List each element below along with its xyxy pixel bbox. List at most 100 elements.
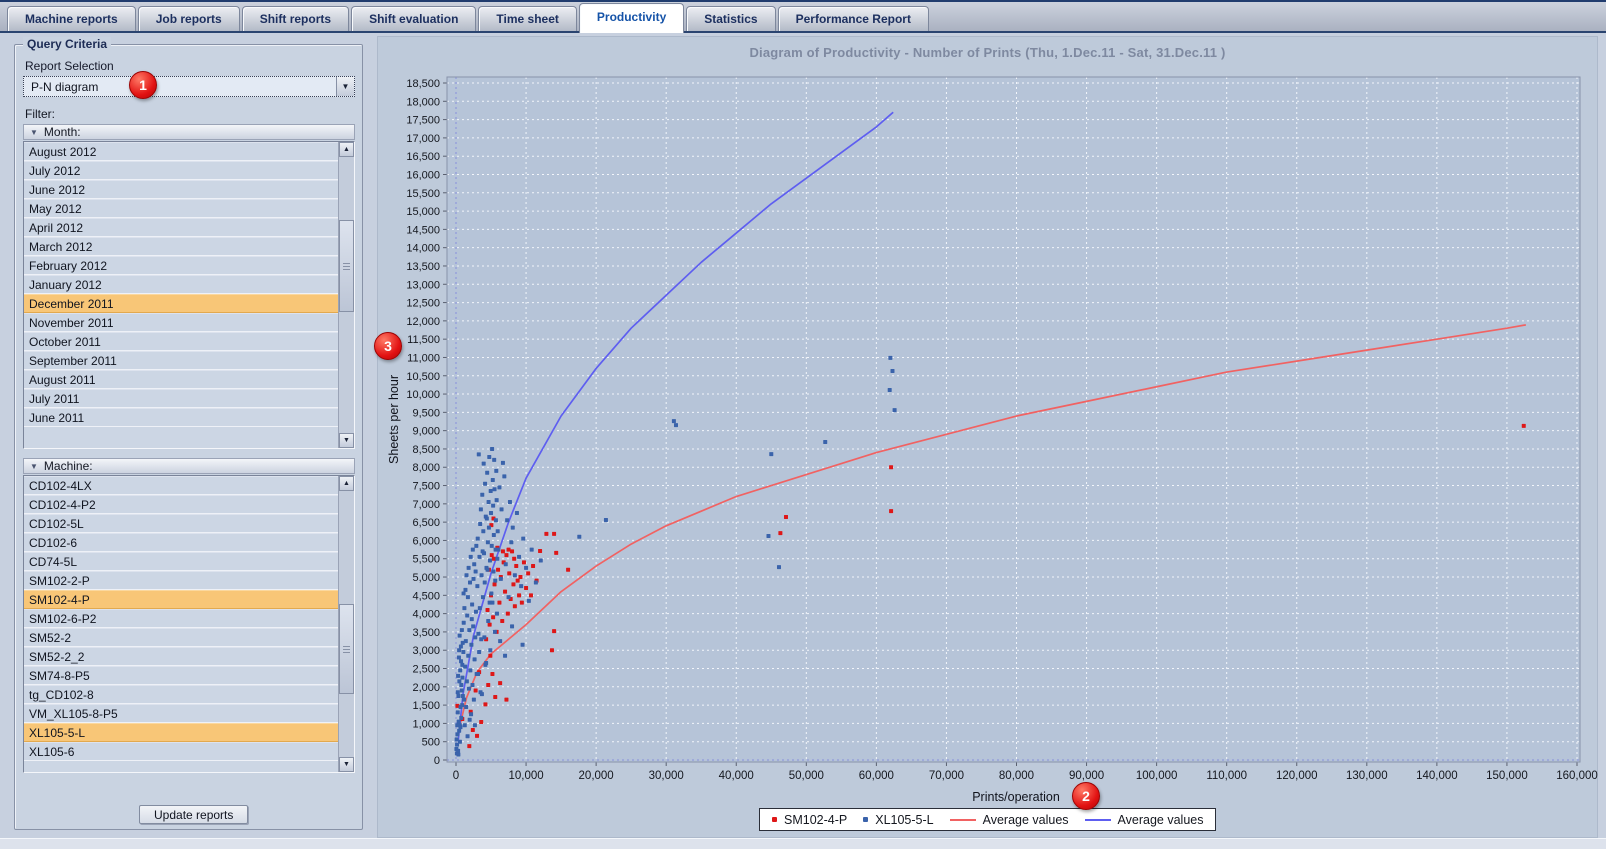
legend-label: Average values — [1117, 812, 1204, 827]
legend-line-marker — [949, 818, 976, 821]
machine-item[interactable]: SM52-2_2 — [24, 647, 338, 666]
legend-item: XL105-5-L — [863, 813, 934, 827]
svg-text:4,000: 4,000 — [412, 609, 440, 621]
machine-item[interactable]: SM102-4-P — [24, 590, 338, 609]
month-list: August 2012 July 2012 June 2012 May 2012 Apr… — [23, 141, 355, 449]
month-header-label: Month: — [43, 125, 81, 139]
chevron-down-icon[interactable]: ▼ — [336, 77, 354, 96]
month-item[interactable]: January 2012 — [24, 275, 338, 294]
svg-text:13,500: 13,500 — [406, 261, 440, 273]
month-item[interactable]: August 2011 — [24, 370, 338, 389]
svg-text:500: 500 — [422, 737, 440, 749]
svg-text:110,000: 110,000 — [1206, 770, 1247, 782]
annotation-badge-2: 2 — [1072, 782, 1100, 810]
svg-text:9,000: 9,000 — [412, 426, 440, 438]
month-item[interactable]: July 2011 — [24, 389, 338, 408]
svg-text:2,000: 2,000 — [412, 682, 440, 694]
month-scrollbar[interactable]: ▲ ▼ — [338, 142, 354, 448]
svg-text:70,000: 70,000 — [929, 770, 964, 782]
month-section-header[interactable]: ▼ Month: — [23, 124, 355, 140]
machine-item[interactable]: SM102-6-P2 — [24, 609, 338, 628]
svg-text:16,000: 16,000 — [406, 169, 440, 181]
legend-item: Average values — [949, 812, 1069, 827]
y-axis-title: Sheets per hour — [387, 375, 401, 464]
update-reports-button[interactable]: Update reports — [139, 805, 249, 824]
svg-text:20,000: 20,000 — [579, 770, 614, 782]
svg-text:150,000: 150,000 — [1486, 770, 1528, 782]
scroll-up-icon[interactable]: ▲ — [339, 142, 354, 157]
svg-text:3,500: 3,500 — [412, 627, 440, 639]
machine-item[interactable]: XL105-6 — [24, 742, 338, 761]
scroll-down-icon[interactable]: ▼ — [339, 757, 354, 772]
svg-text:14,000: 14,000 — [406, 243, 440, 255]
svg-text:10,000: 10,000 — [508, 770, 543, 782]
machine-list: CD102-4LX CD102-4-P2 CD102-5L CD102-6 CD74-5… — [23, 475, 355, 773]
legend-dot-marker — [863, 817, 869, 822]
svg-text:7,500: 7,500 — [412, 481, 440, 493]
month-item[interactable]: March 2012 — [24, 237, 338, 256]
svg-text:15,500: 15,500 — [406, 188, 440, 200]
bottom-strip — [0, 838, 1606, 849]
svg-text:7,000: 7,000 — [412, 499, 440, 511]
svg-text:5,500: 5,500 — [412, 554, 440, 566]
svg-text:30,000: 30,000 — [649, 770, 684, 782]
month-item[interactable]: November 2011 — [24, 313, 338, 332]
machine-scrollbar[interactable]: ▲ ▼ — [338, 476, 354, 772]
machine-item[interactable]: CD102-4-P2 — [24, 495, 338, 514]
scroll-up-icon[interactable]: ▲ — [339, 476, 354, 491]
svg-text:6,000: 6,000 — [412, 535, 440, 547]
month-item[interactable]: September 2011 — [24, 351, 338, 370]
svg-text:5,000: 5,000 — [412, 572, 440, 584]
month-item[interactable]: June 2012 — [24, 180, 338, 199]
svg-text:10,000: 10,000 — [406, 389, 440, 401]
machine-item[interactable]: SM102-2-P — [24, 571, 338, 590]
month-item[interactable]: December 2011 — [24, 294, 338, 313]
machine-item[interactable]: CD102-6 — [24, 533, 338, 552]
scrollbar-thumb[interactable] — [339, 604, 354, 694]
tab-bar: Machine reports Job reports Shift reports S… — [0, 0, 1606, 33]
month-item[interactable]: May 2012 — [24, 199, 338, 218]
month-item[interactable]: February 2012 — [24, 256, 338, 275]
report-selection-dropdown[interactable]: P-N diagram ▼ — [23, 76, 355, 97]
month-item[interactable]: June 2011 — [24, 408, 338, 427]
machine-item[interactable]: CD102-4LX — [24, 476, 338, 495]
svg-text:40,000: 40,000 — [719, 770, 754, 782]
tab-productivity[interactable]: Productivity — [578, 3, 685, 33]
machine-item[interactable]: tg_CD102-8 — [24, 685, 338, 704]
machine-section-header[interactable]: ▼ Machine: — [23, 458, 355, 474]
tab-machine-reports[interactable]: Machine reports — [7, 6, 136, 31]
tab-time-sheet[interactable]: Time sheet — [478, 6, 577, 31]
svg-text:3,000: 3,000 — [412, 645, 440, 657]
tab-shift-reports[interactable]: Shift reports — [241, 6, 350, 31]
report-selection-label: Report Selection — [25, 59, 114, 73]
scroll-down-icon[interactable]: ▼ — [339, 433, 354, 448]
month-item[interactable]: October 2011 — [24, 332, 338, 351]
legend-label: Average values — [982, 812, 1069, 827]
machine-item[interactable]: SM74-8-P5 — [24, 666, 338, 685]
svg-text:11,500: 11,500 — [407, 334, 440, 346]
svg-text:12,500: 12,500 — [406, 298, 440, 310]
month-list-rows: August 2012 July 2012 June 2012 May 2012 Apr… — [24, 142, 338, 448]
machine-item[interactable]: SM52-2 — [24, 628, 338, 647]
legend-dot-marker — [772, 817, 777, 822]
month-item[interactable]: April 2012 — [24, 218, 338, 237]
machine-list-rows: CD102-4LX CD102-4-P2 CD102-5L CD102-6 CD74-5… — [24, 476, 338, 772]
tab-shift-evaluation[interactable]: Shift evaluation — [351, 6, 477, 31]
month-item[interactable]: August 2012 — [24, 142, 338, 161]
tab-statistics[interactable]: Statistics — [686, 6, 776, 31]
machine-header-label: Machine: — [43, 459, 93, 473]
tab-job-reports[interactable]: Job reports — [137, 6, 240, 31]
svg-text:50,000: 50,000 — [789, 770, 824, 782]
machine-item[interactable]: XL105-5-L — [24, 723, 338, 742]
machine-item[interactable]: CD102-5L — [24, 514, 338, 533]
month-item[interactable]: July 2012 — [24, 161, 338, 180]
svg-text:18,500: 18,500 — [406, 78, 440, 90]
scrollbar-thumb[interactable] — [339, 220, 354, 312]
machine-item[interactable]: CD74-5L — [24, 552, 338, 571]
collapse-triangle-icon: ▼ — [30, 461, 38, 471]
annotation-badge-1: 1 — [129, 71, 157, 99]
svg-text:0: 0 — [453, 770, 459, 782]
svg-text:12,000: 12,000 — [406, 316, 440, 328]
machine-item[interactable]: VM_XL105-8-P5 — [24, 704, 338, 723]
tab-performance-report[interactable]: Performance Report — [777, 6, 929, 31]
